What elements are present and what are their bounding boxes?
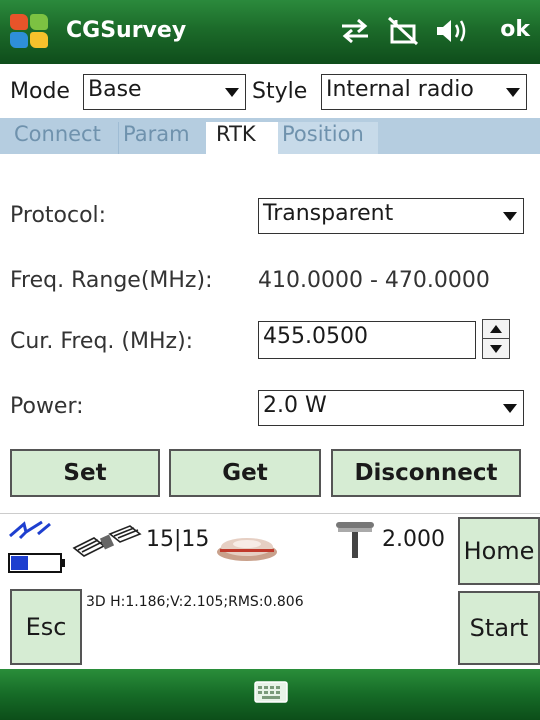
mode-value: Base xyxy=(88,77,142,102)
esc-button[interactable]: Esc xyxy=(10,589,82,665)
get-button[interactable]: Get xyxy=(169,449,321,497)
chevron-down-icon xyxy=(503,404,517,413)
freq-spinner[interactable] xyxy=(482,319,510,359)
chevron-down-icon xyxy=(503,212,517,221)
cur-freq-value: 455.0500 xyxy=(263,324,368,349)
protocol-dropdown[interactable]: Transparent xyxy=(258,198,524,234)
tab-strip: Connect Param RTK Position xyxy=(0,118,540,154)
chevron-down-icon xyxy=(506,88,520,97)
set-button[interactable]: Set xyxy=(10,449,160,497)
style-label: Style xyxy=(252,79,308,104)
mode-label: Mode xyxy=(10,79,70,104)
freq-range-value: 410.0000 - 470.0000 xyxy=(258,268,490,293)
sync-arrows-icon[interactable] xyxy=(338,16,372,46)
status-icons xyxy=(338,16,468,46)
mode-dropdown[interactable]: Base xyxy=(83,74,246,110)
cur-freq-input[interactable]: 455.0500 xyxy=(258,321,476,359)
start-menu-icon[interactable] xyxy=(10,14,50,52)
protocol-value: Transparent xyxy=(263,201,394,226)
freq-range-label: Freq. Range(MHz): xyxy=(10,268,213,293)
style-dropdown[interactable]: Internal radio xyxy=(321,74,527,110)
power-dropdown[interactable]: 2.0 W xyxy=(258,390,524,426)
mode-style-row: Mode Base Style Internal radio xyxy=(0,66,540,116)
tab-rtk[interactable]: RTK xyxy=(206,122,278,154)
battery-icon xyxy=(8,553,65,573)
power-value: 2.0 W xyxy=(263,393,327,418)
chevron-down-icon xyxy=(225,88,239,97)
volume-icon[interactable] xyxy=(434,16,468,46)
app-title: CGSurvey xyxy=(66,18,187,43)
antenna-pole-icon xyxy=(336,522,374,558)
style-value: Internal radio xyxy=(326,77,474,102)
keyboard-icon[interactable] xyxy=(254,680,288,704)
cur-freq-label: Cur. Freq. (MHz): xyxy=(10,329,194,354)
connectivity-off-icon[interactable] xyxy=(386,16,420,46)
ok-button[interactable]: ok xyxy=(500,17,530,42)
arrow-down-icon xyxy=(490,345,502,353)
tab-connect[interactable]: Connect xyxy=(10,122,118,154)
spin-up-button[interactable] xyxy=(483,320,509,339)
gnss-receiver-icon xyxy=(217,538,277,561)
antenna-height: 2.000 xyxy=(382,527,445,552)
arrow-up-icon xyxy=(490,325,502,333)
start-button[interactable]: Start xyxy=(458,591,540,665)
satellite-count: 15|15 xyxy=(146,527,210,552)
disconnect-button[interactable]: Disconnect xyxy=(331,449,521,497)
satellite-icon xyxy=(72,525,142,557)
tab-position[interactable]: Position xyxy=(278,122,378,154)
tab-param[interactable]: Param xyxy=(118,122,206,154)
title-bar: CGSurvey ok xyxy=(0,0,540,64)
gps-status-text: 3D H:1.186;V:2.105;RMS:0.806 xyxy=(86,594,304,610)
protocol-label: Protocol: xyxy=(10,203,107,228)
home-button[interactable]: Home xyxy=(458,517,540,585)
power-label: Power: xyxy=(10,394,84,419)
radio-link-icon xyxy=(9,520,51,540)
spin-down-button[interactable] xyxy=(483,340,509,359)
